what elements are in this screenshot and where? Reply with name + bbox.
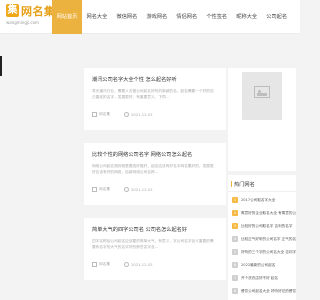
- article-summary: 四字名称给公司起名应该要的简单大气，有意义，字公司名字含义重要的需要有名字的大气…: [92, 239, 214, 249]
- hot-list-item[interactable]: 3 比较好的公司取名字 吉利的名字: [232, 221, 296, 231]
- logo-domain: wangmingji.com: [6, 20, 39, 25]
- article-meta: 网名集 2021-12-03: [92, 187, 153, 192]
- hot-list-item[interactable]: 2寓意好的企业取名大全 有寓意的公司名字: [232, 208, 296, 218]
- rank-badge: 6: [232, 262, 238, 268]
- hot-list-item[interactable]: 4 比较正气好听的公司名字 正气的名字: [232, 234, 296, 244]
- article-summary: 寿光潮汛行业，需要人去做公司起名好听的新颖的名，起名需要一个好的自己喜欢的名字，…: [92, 89, 214, 99]
- sidebar-thumbnail-panel: [228, 143, 296, 171]
- article-title[interactable]: 潮汛公司名字大全个性 怎么起名好听: [92, 76, 177, 83]
- image-placeholder-icon: [254, 86, 270, 98]
- nav-item-wechat[interactable]: 微信网名: [112, 0, 142, 34]
- nav-item-game[interactable]: 游戏网名: [142, 0, 172, 34]
- hot-list-item[interactable]: 6 2022最新的公司起名: [232, 260, 296, 270]
- article-title[interactable]: 比较个性的网络公司名字 网络公司怎么起名: [92, 151, 192, 158]
- hot-list-item[interactable]: 1 2017公司取名字大全: [232, 195, 296, 205]
- rank-badge: 8: [232, 288, 238, 294]
- main-nav: 网站首页 网名大全 微信网名 游戏网名 情侣网名 个性签名 昵称大全 公司起名: [52, 0, 292, 34]
- article-date: 2021-12-03: [124, 262, 153, 267]
- clock-icon: [124, 187, 130, 192]
- rank-badge: 4: [232, 236, 238, 242]
- nav-item-company[interactable]: 公司起名: [262, 0, 292, 34]
- article-card[interactable]: 潮汛公司名字大全个性 怎么起名好听 寿光潮汛行业，需要人去做公司起名好听的新颖的…: [84, 68, 226, 130]
- article-title[interactable]: 简单大气的四字公司名 公司名怎么起名好: [92, 226, 187, 233]
- hot-list-item[interactable]: 5好听的三个字的公司名大全 吉利字公司名: [232, 247, 296, 257]
- tag-icon: [92, 112, 97, 117]
- nav-item-couple[interactable]: 情侣网名: [172, 0, 202, 34]
- site-logo[interactable]: 集 网名集 wangmingji.com: [6, 3, 55, 31]
- article-card[interactable]: 比较个性的网络公司名字 网络公司怎么起名 网络公司起名规则就是要选好做好，起名应…: [84, 143, 226, 205]
- clock-icon: [124, 262, 130, 267]
- hot-title-accent: [231, 181, 233, 187]
- tag-icon: [92, 187, 97, 192]
- thumbnail-image[interactable]: [242, 72, 282, 120]
- tag-icon: [92, 262, 97, 267]
- article-tag[interactable]: 网名集: [92, 187, 110, 192]
- hot-list-item[interactable]: 7 开个洗衣店好不好 起名: [232, 273, 296, 283]
- article-date: 2021-12-03: [124, 187, 153, 192]
- rank-badge: 7: [232, 275, 238, 281]
- side-marker: [0, 56, 2, 76]
- hot-list-item[interactable]: 8 餐饮公司起名大全 好听好记的餐饮...: [232, 286, 296, 296]
- article-date: 2021-12-03: [124, 112, 153, 117]
- rank-badge: 1: [232, 197, 238, 203]
- hot-names-panel: 热门网名 12017公司取名字大全 2寓意好的企业取名大全 有寓意的公司名字 3…: [228, 175, 296, 300]
- rank-badge: 5: [232, 249, 238, 255]
- nav-item-home[interactable]: 网站首页: [52, 0, 82, 34]
- nav-item-nickname[interactable]: 昵称大全: [232, 0, 262, 34]
- hot-names-title: 热门网名: [234, 182, 255, 188]
- nav-item-signature[interactable]: 个性签名: [202, 0, 232, 34]
- clock-icon: [124, 112, 130, 117]
- nav-item-all[interactable]: 网名大全: [82, 0, 112, 34]
- article-card[interactable]: 简单大气的四字公司名 公司名怎么起名好 四字名称给公司起名应该要的简单大气，有意…: [84, 218, 226, 280]
- article-meta: 网名集 2021-12-03: [92, 262, 153, 267]
- article-summary: 网络公司起名规则就是要选好做好，起名应该有好名字网名集好的，发展更好应该有好的网…: [92, 164, 214, 174]
- article-tag[interactable]: 网名集: [92, 262, 110, 267]
- sidebar-thumbnail-panel: [228, 68, 296, 151]
- rank-badge: 2: [232, 210, 238, 216]
- logo-mark: 集: [6, 4, 19, 17]
- article-meta: 网名集 2021-12-03: [92, 112, 153, 117]
- site-header: 集 网名集 wangmingji.com 网站首页 网名大全 微信网名 游戏网名…: [0, 0, 300, 34]
- rank-badge: 3: [232, 223, 238, 229]
- divider: [228, 191, 296, 192]
- article-tag[interactable]: 网名集: [92, 112, 110, 117]
- logo-name: 网名集: [21, 5, 56, 18]
